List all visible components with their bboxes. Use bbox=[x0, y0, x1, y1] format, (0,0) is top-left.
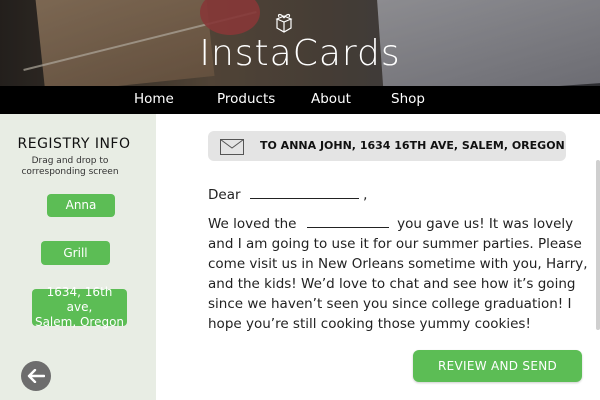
letter-line-1: We loved the you gave us! It was lovely bbox=[208, 214, 578, 234]
scrollbar[interactable] bbox=[596, 160, 600, 330]
chip-address-line2: Salem, Oregon bbox=[34, 315, 125, 329]
chip-address-line1: 1634, 16th ave, bbox=[46, 285, 113, 314]
letter-line-4: and the kids! We’d love to chat and see … bbox=[208, 276, 576, 292]
letter-line-3: come visit us in New Orleans sometime wi… bbox=[208, 256, 588, 272]
name-drop-blank[interactable] bbox=[249, 186, 359, 199]
nav-home[interactable]: Home bbox=[134, 91, 174, 107]
nav-about[interactable]: About bbox=[311, 91, 351, 107]
back-arrow-icon bbox=[27, 369, 45, 383]
letter-line-2: and I am going to use it for our summer … bbox=[208, 236, 582, 252]
draggable-chip-address[interactable]: 1634, 16th ave, Salem, Oregon bbox=[32, 285, 127, 329]
draggable-chip-name[interactable]: Anna bbox=[47, 194, 115, 217]
letter-body: Dear , We loved the you gave us! It was … bbox=[208, 185, 588, 334]
nav-products[interactable]: Products bbox=[217, 91, 275, 107]
review-and-send-button[interactable]: REVIEW AND SEND bbox=[413, 350, 582, 382]
hero-banner: InstaCards bbox=[0, 0, 600, 86]
draggable-chip-gift[interactable]: Grill bbox=[41, 241, 110, 265]
back-button[interactable] bbox=[21, 361, 51, 391]
salutation-comma: , bbox=[363, 187, 368, 203]
registry-sidebar: REGISTRY INFO Drag and drop to correspon… bbox=[0, 114, 156, 400]
main-nav: Home Products About Shop bbox=[0, 86, 600, 114]
recipient-address: TO ANNA JOHN, 1634 16TH AVE, SALEM, OREG… bbox=[260, 139, 565, 152]
gift-box-icon bbox=[275, 13, 293, 33]
salutation-line: Dear , bbox=[208, 185, 578, 205]
registry-instructions-line1: Drag and drop to bbox=[31, 156, 109, 166]
letter-line-6: hope you’re still cooking those yummy co… bbox=[208, 316, 531, 332]
letter-line-1-end: you gave us! It was lovely bbox=[397, 216, 574, 232]
brand-logo-text[interactable]: InstaCards bbox=[0, 32, 600, 76]
nav-shop[interactable]: Shop bbox=[391, 91, 425, 107]
letter-line-5: since we haven’t seen you since college … bbox=[208, 296, 572, 312]
letter-line-1-start: We loved the bbox=[208, 216, 297, 232]
registry-instructions-line2: corresponding screen bbox=[21, 167, 119, 177]
gift-drop-blank[interactable] bbox=[306, 215, 389, 228]
registry-instructions: Drag and drop to corresponding screen bbox=[0, 156, 140, 178]
address-drop-zone[interactable]: TO ANNA JOHN, 1634 16TH AVE, SALEM, OREG… bbox=[208, 131, 566, 161]
salutation-text: Dear bbox=[208, 187, 241, 203]
envelope-icon bbox=[220, 139, 244, 155]
registry-title: REGISTRY INFO bbox=[17, 136, 131, 152]
